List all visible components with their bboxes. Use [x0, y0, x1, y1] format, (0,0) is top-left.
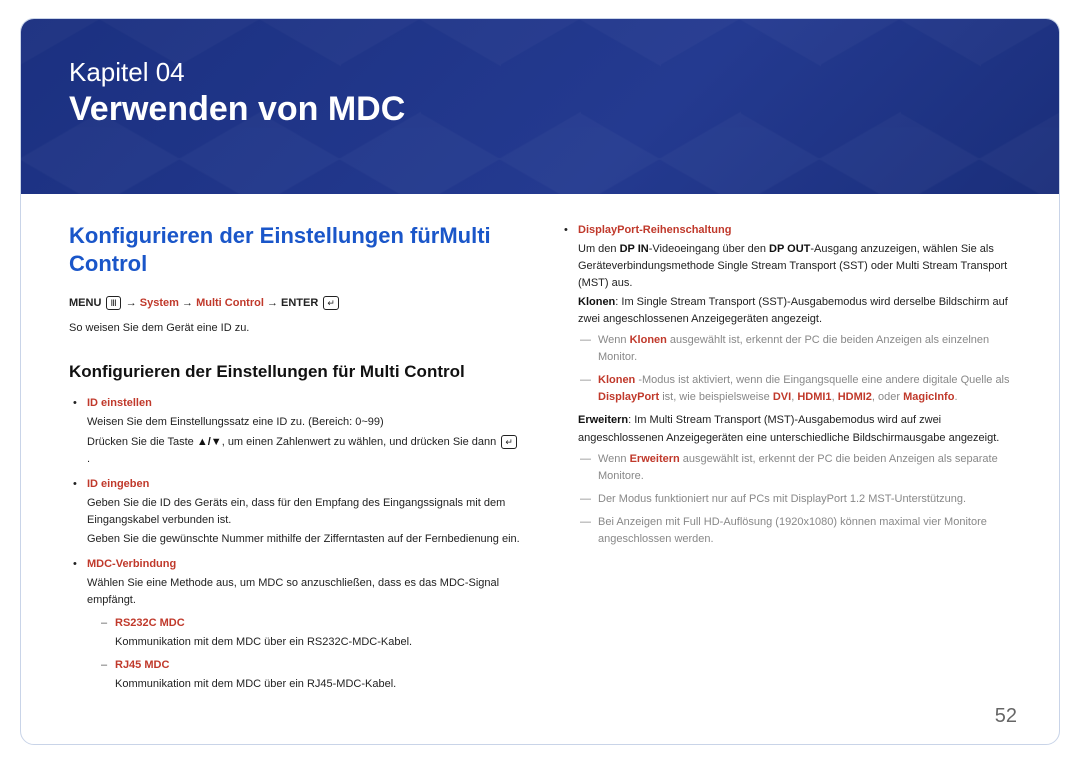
path-system: System — [140, 297, 179, 309]
item-id-eingeben: ID eingeben Geben Sie die ID des Geräts … — [73, 476, 520, 548]
item-displayport: DisplayPort-Reihenschaltung Um den DP IN… — [564, 222, 1011, 548]
desc: Weisen Sie dem Einstellungssatz eine ID … — [87, 414, 520, 431]
term: RS232C MDC — [115, 617, 185, 629]
intro-text: So weisen Sie dem Gerät eine ID zu. — [69, 320, 520, 337]
item-id-einstellen: ID einstellen Weisen Sie dem Einstellung… — [73, 395, 520, 467]
enter-label: ENTER — [281, 297, 318, 309]
desc: Kommunikation mit dem MDC über ein RJ45-… — [115, 676, 520, 693]
note-erweitern-2: Der Modus funktioniert nur auf PCs mit D… — [580, 491, 1011, 508]
dp-desc: Um den DP IN-Videoeingang über den DP OU… — [578, 241, 1011, 292]
sub-heading: Konfigurieren der Einstellungen für Mult… — [69, 359, 520, 385]
right-list: DisplayPort-Reihenschaltung Um den DP IN… — [560, 222, 1011, 548]
menu-path: MENU Ⅲ → System → Multi Control → ENTER … — [69, 295, 520, 312]
sub-rj45: RJ45 MDC Kommunikation mit dem MDC über … — [101, 657, 520, 693]
desc2: Geben Sie die gewünschte Nummer mithilfe… — [87, 531, 520, 548]
note-klonen-2: Klonen -Modus ist aktiviert, wenn die Ei… — [580, 372, 1011, 406]
page-frame: Kapitel 04 Verwenden von MDC Konfigurier… — [20, 18, 1060, 745]
chapter-title: Verwenden von MDC — [69, 90, 1011, 129]
note-erweitern-1: Wenn Erweitern ausgewählt ist, erkennt d… — [580, 451, 1011, 485]
enter-icon-inline: ↵ — [501, 435, 517, 449]
page-number: 52 — [995, 705, 1017, 728]
term: ID einstellen — [87, 397, 152, 409]
desc: Geben Sie die ID des Geräts ein, dass fü… — [87, 495, 520, 529]
term: MDC-Verbindung — [87, 558, 176, 570]
desc2: Drücken Sie die Taste ▲/▼, um einen Zahl… — [87, 434, 520, 468]
left-column: Konfigurieren der Einstellungen fürMulti… — [69, 222, 520, 701]
right-column: DisplayPort-Reihenschaltung Um den DP IN… — [560, 222, 1011, 701]
note-erweitern-3: Bei Anzeigen mit Full HD-Auflösung (1920… — [580, 514, 1011, 548]
left-list: ID einstellen Weisen Sie dem Einstellung… — [69, 395, 520, 693]
klonen-notes: Wenn Klonen ausgewählt ist, erkennt der … — [578, 332, 1011, 406]
path-multi: Multi Control — [196, 297, 264, 309]
menu-label: MENU — [69, 297, 101, 309]
chapter-label: Kapitel 04 — [69, 57, 1011, 88]
desc: Kommunikation mit dem MDC über ein RS232… — [115, 634, 520, 651]
enter-icon: ↵ — [323, 296, 339, 310]
term: ID eingeben — [87, 478, 149, 490]
erweitern-block: Erweitern: Im Multi Stream Transport (MS… — [578, 412, 1011, 446]
item-mdc: MDC-Verbindung Wählen Sie eine Methode a… — [73, 556, 520, 693]
content-area: Konfigurieren der Einstellungen fürMulti… — [21, 194, 1059, 701]
chapter-banner: Kapitel 04 Verwenden von MDC — [21, 19, 1059, 194]
section-heading: Konfigurieren der Einstellungen fürMulti… — [69, 222, 520, 277]
note-klonen-1: Wenn Klonen ausgewählt ist, erkennt der … — [580, 332, 1011, 366]
mdc-sublist: RS232C MDC Kommunikation mit dem MDC übe… — [87, 615, 520, 693]
term: DisplayPort-Reihenschaltung — [578, 224, 731, 236]
menu-icon: Ⅲ — [106, 296, 120, 310]
sub-rs232c: RS232C MDC Kommunikation mit dem MDC übe… — [101, 615, 520, 651]
erweitern-notes: Wenn Erweitern ausgewählt ist, erkennt d… — [578, 451, 1011, 548]
updown-icon: ▲/▼ — [197, 436, 222, 448]
klonen-block: Klonen: Im Single Stream Transport (SST)… — [578, 294, 1011, 328]
term: RJ45 MDC — [115, 659, 169, 671]
desc: Wählen Sie eine Methode aus, um MDC so a… — [87, 575, 520, 609]
